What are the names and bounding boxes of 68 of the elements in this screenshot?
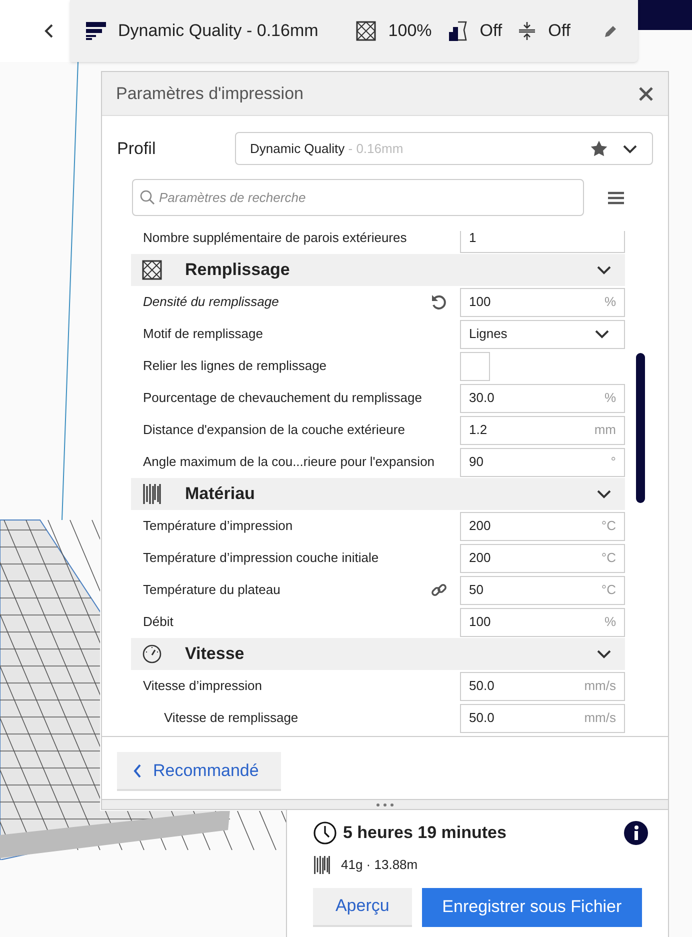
chevron-down-icon <box>594 329 610 339</box>
reset-icon[interactable] <box>430 293 448 311</box>
setting-label: Température du plateau <box>142 581 280 600</box>
setting-label: Distance d'expansion de la couche extérieure <box>142 421 405 440</box>
gauge-icon <box>142 644 162 664</box>
pattern-dropdown[interactable]: Lignes <box>460 320 625 348</box>
category-header[interactable]: Matériau <box>131 478 625 510</box>
adhesion-icon <box>518 21 536 41</box>
crosshatch-icon <box>356 21 376 41</box>
save-to-file-button[interactable]: Enregistrer sous Fichier <box>422 888 642 926</box>
category-header[interactable]: Remplissage <box>131 254 625 286</box>
crosshatch-icon <box>142 260 162 280</box>
value-field[interactable]: 90 ° <box>460 448 625 476</box>
value-field[interactable]: 200 °C <box>460 512 625 540</box>
profile-summary: Dynamic Quality - 0.16mm <box>118 20 318 42</box>
material-usage: 41g · 13.88m <box>341 856 418 874</box>
value-field[interactable]: 100 % <box>460 288 625 316</box>
chevron-down-icon <box>596 649 612 659</box>
support-icon <box>448 21 468 41</box>
adhesion-summary: Off <box>548 20 571 42</box>
clock-icon <box>313 820 337 845</box>
value-field[interactable]: 30.0 % <box>460 384 625 412</box>
setting-label: Vitesse de remplissage <box>163 709 298 728</box>
infill-summary: 100% <box>388 20 432 42</box>
print-time: 5 heures 19 minutes <box>343 822 506 844</box>
support-summary: Off <box>480 20 502 42</box>
setting-label: Motif de remplissage <box>142 325 263 344</box>
value-field[interactable]: 1 <box>460 231 625 252</box>
checkbox[interactable] <box>460 352 490 380</box>
value-field[interactable]: 200 °C <box>460 544 625 572</box>
setting-label: Nombre supplémentaire de parois extérieures <box>142 231 407 248</box>
value-field[interactable]: 50 °C <box>460 576 625 604</box>
info-icon[interactable] <box>624 820 648 845</box>
resize-handle-icon[interactable] <box>375 802 395 806</box>
profile-dropdown[interactable]: Dynamic Quality - 0.16mm <box>235 132 653 165</box>
setting-label: Vitesse d’impression <box>142 677 262 696</box>
search-icon <box>140 190 155 205</box>
quality-icon <box>86 22 106 40</box>
chevron-down-icon <box>622 144 638 154</box>
print-setup-bar[interactable]: Dynamic Quality - 0.16mm 100% Off Off <box>70 0 638 62</box>
pencil-icon[interactable] <box>604 24 618 38</box>
header-strip <box>638 0 692 30</box>
chevron-down-icon <box>596 489 612 499</box>
value-field[interactable]: 50.0 mm/s <box>460 704 625 732</box>
search-field[interactable]: Paramètres de recherche <box>132 179 584 216</box>
close-icon[interactable] <box>638 86 654 102</box>
panel-title: Paramètres d'impression <box>116 82 304 105</box>
setting-label: Débit <box>142 613 174 632</box>
setting-label: Densité du remplissage <box>142 293 279 312</box>
setting-label: Relier les lignes de remplissage <box>142 357 327 376</box>
value-field[interactable]: 50.0 mm/s <box>460 672 625 700</box>
value-field[interactable]: 100 % <box>460 608 625 636</box>
setting-label: Température d’impression couche initiale <box>142 549 379 568</box>
link-icon[interactable] <box>430 581 448 599</box>
preview-button[interactable]: Aperçu <box>313 888 412 926</box>
filament-icon <box>313 854 331 876</box>
setting-label: Pourcentage de chevauchement du remplissage <box>142 389 422 408</box>
value-field[interactable]: 1.2 mm <box>460 416 625 444</box>
setting-label: Température d’impression <box>142 517 293 536</box>
chevron-down-icon <box>596 265 612 275</box>
scrollbar-thumb[interactable] <box>636 353 645 503</box>
star-icon[interactable] <box>590 140 608 157</box>
category-header[interactable]: Vitesse <box>131 638 625 670</box>
setting-label: Angle maximum de la cou...rieure pour l'expansion <box>142 453 435 472</box>
filament-icon <box>142 483 162 505</box>
profile-label: Profil <box>117 138 157 160</box>
menu-icon[interactable] <box>608 190 624 204</box>
recommended-button[interactable]: Recommandé <box>117 752 281 791</box>
